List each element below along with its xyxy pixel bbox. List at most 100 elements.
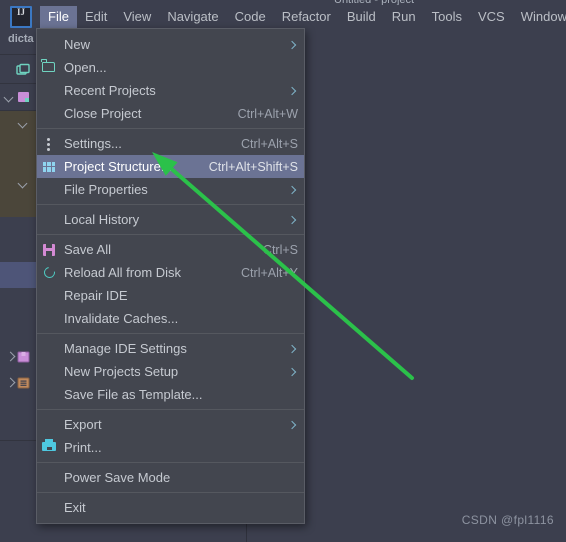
menu-item-label: Save File as Template... xyxy=(64,386,203,402)
menu-item-power-save-mode[interactable]: Power Save Mode xyxy=(37,466,304,489)
menubar-item-file[interactable]: File xyxy=(40,5,77,28)
menu-item-shortcut: Ctrl+Alt+W xyxy=(237,106,298,121)
module-icon xyxy=(18,92,29,102)
menu-separator xyxy=(37,333,304,334)
menu-item-label: Manage IDE Settings xyxy=(64,340,187,356)
menu-item-label: Project Structure... xyxy=(64,158,172,174)
no-icon xyxy=(41,83,59,99)
menu-item-label: Settings... xyxy=(64,135,122,151)
chevron-down-icon[interactable] xyxy=(18,177,30,189)
chevron-right-icon xyxy=(288,420,298,430)
file-menu-popup: New Open... Recent Projects Close Projec… xyxy=(36,28,305,524)
menu-bar: File Edit View Navigate Code Refactor Bu… xyxy=(0,5,566,28)
menu-item-new-projects-setup[interactable]: New Projects Setup xyxy=(37,360,304,383)
menu-item-label: New xyxy=(64,36,91,52)
menu-item-label: Invalidate Caches... xyxy=(64,310,179,326)
folder-multi-icon xyxy=(16,63,30,75)
chevron-right-icon xyxy=(288,86,298,96)
menu-item-export[interactable]: Export xyxy=(37,413,304,436)
no-icon xyxy=(41,470,59,486)
no-icon xyxy=(41,106,59,122)
menu-item-label: Close Project xyxy=(64,105,142,121)
dots-icon xyxy=(41,136,59,152)
no-icon xyxy=(41,341,59,357)
reload-icon xyxy=(41,264,59,281)
menu-item-recent-projects[interactable]: Recent Projects xyxy=(37,79,304,102)
menubar-item-view[interactable]: View xyxy=(115,6,159,28)
menu-item-save-file-as-template[interactable]: Save File as Template... xyxy=(37,383,304,406)
menu-item-settings[interactable]: Settings... Ctrl+Alt+S xyxy=(37,132,304,155)
no-icon xyxy=(41,387,59,403)
menubar-item-tools[interactable]: Tools xyxy=(424,6,470,28)
menu-separator xyxy=(37,409,304,410)
chevron-right-icon xyxy=(288,40,298,50)
folder-open-icon xyxy=(41,58,59,76)
ide-window: Untitled - project File Edit View Naviga… xyxy=(0,0,566,542)
menu-item-label: Reload All from Disk xyxy=(64,264,182,280)
no-icon xyxy=(41,311,59,327)
ide-logo-icon xyxy=(10,5,32,28)
no-icon xyxy=(41,37,59,53)
menu-item-shortcut: Ctrl+Alt+S xyxy=(241,136,298,151)
save-icon xyxy=(41,242,59,258)
chevron-right-icon xyxy=(288,215,298,225)
menu-item-exit[interactable]: Exit xyxy=(37,496,304,519)
menu-item-repair-ide[interactable]: Repair IDE xyxy=(37,284,304,307)
menu-item-manage-ide-settings[interactable]: Manage IDE Settings xyxy=(37,337,304,360)
menu-item-file-properties[interactable]: File Properties xyxy=(37,178,304,201)
menu-item-open[interactable]: Open... xyxy=(37,56,304,79)
menu-item-close-project[interactable]: Close Project Ctrl+Alt+W xyxy=(37,102,304,125)
chevron-down-icon[interactable] xyxy=(4,91,16,103)
menu-item-reload-all-from-disk[interactable]: Reload All from Disk Ctrl+Alt+Y xyxy=(37,261,304,284)
menu-item-label: Repair IDE xyxy=(64,287,128,303)
printer-icon xyxy=(41,438,59,456)
no-icon xyxy=(41,417,59,433)
menu-item-label: Local History xyxy=(64,211,140,227)
menu-item-label: Recent Projects xyxy=(64,82,156,98)
menubar-item-vcs[interactable]: VCS xyxy=(470,6,513,28)
menu-item-label: Print... xyxy=(64,439,102,455)
menu-item-shortcut: Ctrl+Alt+Shift+S xyxy=(208,159,298,174)
menubar-item-edit[interactable]: Edit xyxy=(77,6,115,28)
menu-item-project-structure[interactable]: Project Structure... Ctrl+Alt+Shift+S xyxy=(37,155,304,178)
project-name-label: dicta xyxy=(8,33,34,45)
menu-item-label: Power Save Mode xyxy=(64,469,171,485)
menubar-item-window[interactable]: Window xyxy=(513,6,566,28)
menubar-item-refactor[interactable]: Refactor xyxy=(274,6,339,28)
no-icon xyxy=(41,500,59,516)
menu-item-shortcut: Ctrl+S xyxy=(262,242,298,257)
menu-separator xyxy=(37,204,304,205)
menu-item-label: File Properties xyxy=(64,181,148,197)
menu-item-label: Export xyxy=(64,416,102,432)
menu-item-label: Exit xyxy=(64,499,86,515)
menu-item-label: Open... xyxy=(64,59,107,75)
watermark-label: CSDN @fpl1116 xyxy=(461,513,554,527)
chevron-right-icon xyxy=(288,185,298,195)
menubar-item-code[interactable]: Code xyxy=(227,6,274,28)
no-icon xyxy=(41,182,59,198)
menu-item-invalidate-caches[interactable]: Invalidate Caches... xyxy=(37,307,304,330)
menu-item-local-history[interactable]: Local History xyxy=(37,208,304,231)
menu-item-label: New Projects Setup xyxy=(64,363,179,379)
chevron-right-icon xyxy=(288,367,298,377)
menubar-item-run[interactable]: Run xyxy=(384,6,424,28)
menu-item-new[interactable]: New xyxy=(37,33,304,56)
no-icon xyxy=(41,364,59,380)
menu-separator xyxy=(37,234,304,235)
no-icon xyxy=(41,212,59,228)
menu-item-print[interactable]: Print... xyxy=(37,436,304,459)
file-icon xyxy=(17,377,30,389)
chevron-right-icon[interactable] xyxy=(4,351,16,363)
package-icon xyxy=(17,351,30,363)
twisty-none-icon xyxy=(4,64,16,76)
menu-separator xyxy=(37,128,304,129)
menu-separator xyxy=(37,492,304,493)
chevron-right-icon[interactable] xyxy=(4,377,16,389)
menu-item-label: Save All xyxy=(64,241,111,257)
menubar-item-navigate[interactable]: Navigate xyxy=(159,6,226,28)
chevron-down-icon[interactable] xyxy=(18,117,30,129)
menubar-item-build[interactable]: Build xyxy=(339,6,384,28)
menu-item-save-all[interactable]: Save All Ctrl+S xyxy=(37,238,304,261)
menu-separator xyxy=(37,462,304,463)
no-icon xyxy=(41,288,59,304)
